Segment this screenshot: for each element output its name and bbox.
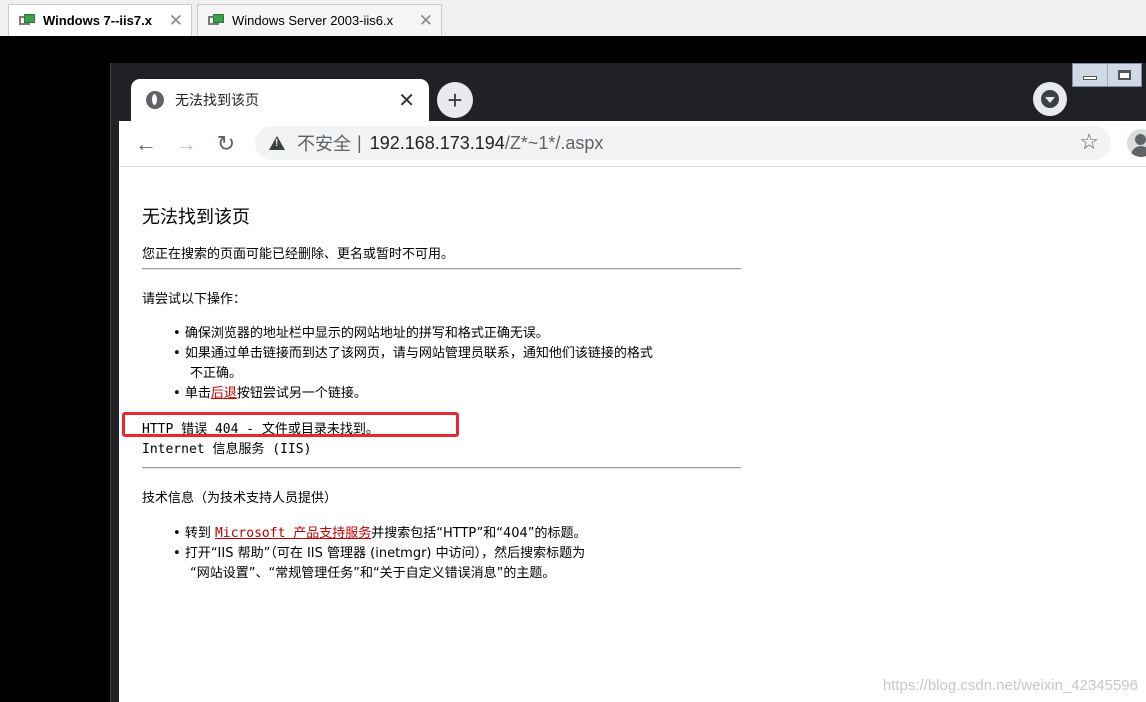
tab-title: 无法找到该页 (175, 92, 259, 108)
support-link[interactable]: Microsoft 产品支持服务 (215, 526, 371, 541)
reload-button[interactable]: ↻ (213, 131, 239, 157)
vm-tab-server2003[interactable]: Windows Server 2003-iis6.x ✕ (197, 4, 442, 36)
list-item: • 打开“IIS 帮助”（可在 IIS 管理器 (inetmgr) 中访问），然… (173, 546, 586, 561)
avatar-icon[interactable] (1127, 129, 1146, 157)
tech-heading: 技术信息（为技术支持人员提供） (142, 491, 338, 506)
back-arrow-icon: ← (135, 131, 157, 156)
divider (142, 467, 741, 469)
minimize-icon (1083, 76, 1097, 80)
back-link[interactable]: 后退 (211, 386, 237, 401)
forward-button[interactable]: → (173, 131, 199, 157)
star-icon[interactable]: ☆ (1079, 129, 1099, 155)
maximize-icon (1118, 70, 1131, 80)
tab-search-icon (1041, 90, 1059, 108)
back-button[interactable]: ← (133, 131, 159, 157)
tab-search-button[interactable] (1033, 82, 1067, 116)
list-item: • 如果通过单击链接而到达了该网页，请与网站管理员联系，通知他们该链接的格式 (173, 346, 653, 361)
window-controls (1072, 63, 1142, 87)
vm-tab-bar: Windows 7--iis7.x ✕ Windows Server 2003-… (0, 0, 1146, 36)
close-icon[interactable]: ✕ (398, 88, 415, 113)
try-heading: 请尝试以下操作： (142, 292, 247, 307)
new-tab-button[interactable]: + (437, 82, 473, 118)
watermark: https://blog.csdn.net/weixin_42345596 (882, 677, 1138, 694)
intro-text: 您正在搜索的页面可能已经删除、更名或暂时不可用。 (142, 247, 455, 262)
vm-tab-label: Windows 7--iis7.x (43, 13, 152, 28)
divider (142, 268, 741, 270)
list-item: • 转到 Microsoft 产品支持服务并搜索包括“HTTP”和“404”的标… (173, 526, 587, 541)
vm-icon (208, 13, 226, 28)
page-title: 无法找到该页 (142, 207, 250, 228)
url-path[interactable]: /Z*~1*/.aspx (505, 133, 604, 154)
close-icon[interactable]: ✕ (169, 11, 183, 31)
list-item: • 单击后退按钮尝试另一个链接。 (173, 386, 367, 401)
url-host[interactable]: 192.168.173.194 (370, 133, 505, 154)
warning-icon[interactable] (269, 136, 285, 150)
browser-toolbar: ← → ↻ 不安全 | 192.168.173.194 /Z*~1*/.aspx… (119, 121, 1146, 167)
list-item-continuation: “网站设置”、“常规管理任务”和“关于自定义错误消息”的主题。 (190, 566, 556, 581)
server-text: Internet 信息服务 (IIS) (142, 442, 312, 457)
list-item: • 确保浏览器的地址栏中显示的网站地址的拼写和格式正确无误。 (173, 326, 549, 341)
url-separator: | (357, 132, 362, 153)
address-bar[interactable]: 不安全 | 192.168.173.194 /Z*~1*/.aspx ☆ (255, 126, 1111, 160)
browser-tab[interactable]: 无法找到该页 ✕ (131, 79, 429, 121)
highlight-annotation (122, 412, 459, 437)
guest-browser-window: 无法找到该页 ✕ + ← → ↻ 不安全 | 192.168.173.194 /… (110, 63, 1146, 702)
vm-tab-win7[interactable]: Windows 7--iis7.x ✕ (8, 4, 192, 36)
security-label[interactable]: 不安全 (297, 130, 351, 156)
vm-icon (19, 13, 37, 28)
forward-arrow-icon: → (175, 131, 197, 156)
minimize-button[interactable] (1073, 64, 1107, 86)
maximize-button[interactable] (1107, 64, 1141, 86)
list-item-continuation: 不正确。 (190, 366, 243, 381)
reload-icon: ↻ (216, 131, 236, 156)
close-icon[interactable]: ✕ (419, 11, 433, 31)
plus-icon: + (447, 85, 463, 115)
page-content: 无法找到该页 您正在搜索的页面可能已经删除、更名或暂时不可用。 请尝试以下操作：… (119, 167, 1146, 702)
globe-icon (146, 91, 164, 109)
vm-tab-label: Windows Server 2003-iis6.x (232, 13, 394, 28)
